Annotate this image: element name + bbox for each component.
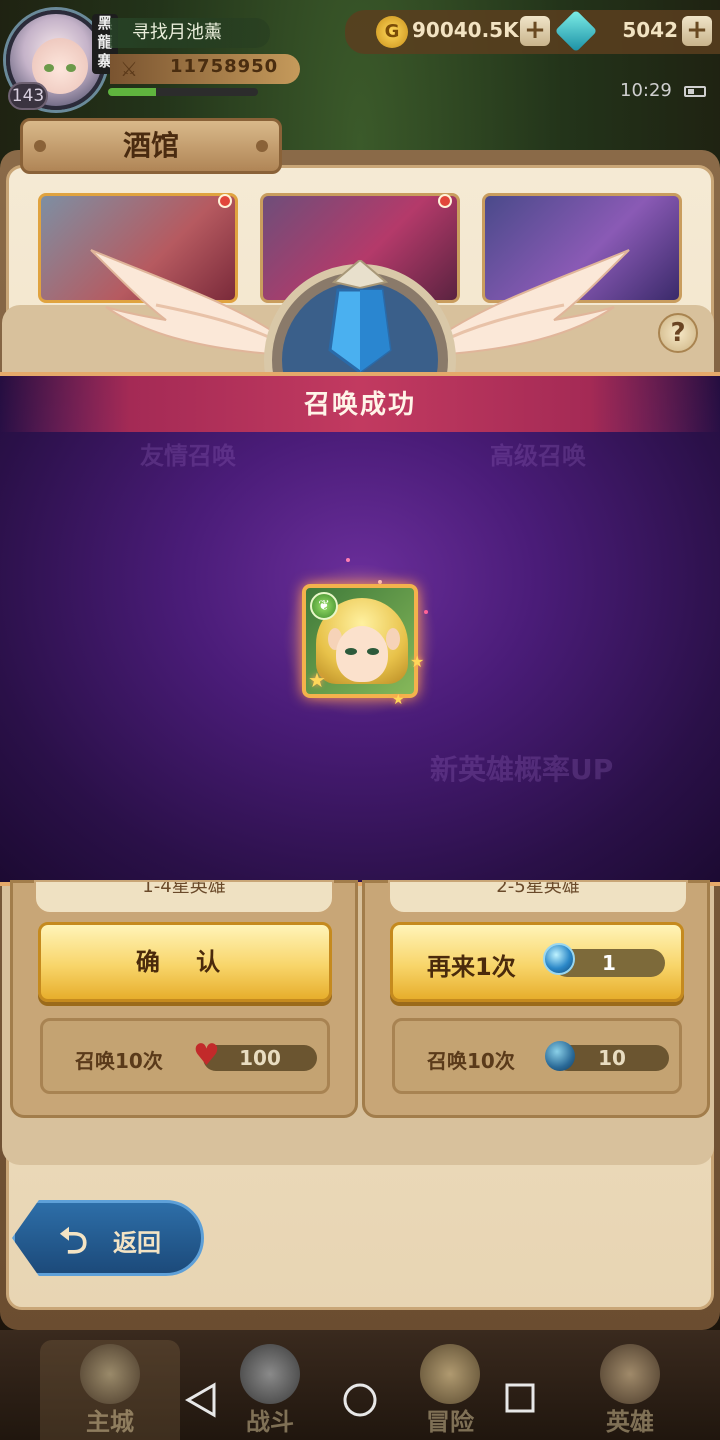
nav-adventure[interactable]: 冒险 xyxy=(380,1340,520,1440)
hero-ear-right xyxy=(386,628,400,650)
summon-orb-icon xyxy=(543,943,575,975)
nav-label: 战斗 xyxy=(246,1408,294,1436)
plate-rivet-left xyxy=(34,140,46,152)
back-button[interactable]: ⮌ 返回 xyxy=(12,1200,204,1276)
leaf-element-icon: ❦ xyxy=(310,592,338,620)
power-bar: ⚔ 11758950 xyxy=(110,54,300,84)
help-button[interactable]: ? xyxy=(658,313,698,353)
status-clock: 10:29 xyxy=(620,80,672,101)
gem-value: 5042 xyxy=(622,18,678,42)
avatar-eye-right xyxy=(66,64,76,72)
plate-rivet-right xyxy=(256,140,268,152)
gold-value: 90040.5K xyxy=(412,18,519,42)
summon-again-label: 再来1次 xyxy=(427,953,516,981)
notification-dot xyxy=(218,194,232,208)
adventurer-icon xyxy=(420,1344,480,1404)
summon-10-friendship-button[interactable]: 召唤10次 100 ♥ xyxy=(40,1018,330,1094)
ghost-label: 高级召唤 xyxy=(490,442,586,470)
column-subtitle-text: 1-4星英雄 xyxy=(142,880,226,897)
return-arrow-icon: ⮌ xyxy=(59,1221,88,1262)
exp-bar-fill xyxy=(108,88,156,96)
ghost-label: 友情召唤 xyxy=(140,442,236,470)
summon-10-label: 召唤10次 xyxy=(427,1049,515,1073)
column-subtitle: 2-5星英雄 xyxy=(388,880,688,914)
hero-eye-left xyxy=(345,648,357,655)
add-gem-button[interactable]: + xyxy=(682,16,712,46)
summon-10-label: 召唤10次 xyxy=(75,1049,163,1073)
nav-battle[interactable]: 战斗 xyxy=(200,1340,340,1440)
sparkle xyxy=(346,558,350,562)
summon-10-advanced-button[interactable]: 召唤10次 10 xyxy=(392,1018,682,1094)
crossed-swords-icon: ⚔ xyxy=(120,57,138,81)
summon-orb-icon xyxy=(545,1041,575,1071)
recents-square-icon[interactable] xyxy=(504,1382,536,1416)
cost-pill: 100 xyxy=(203,1045,317,1071)
summon-10-cost: 100 xyxy=(239,1046,281,1070)
nav-heroes[interactable]: 英雄 xyxy=(560,1340,700,1440)
add-gold-button[interactable]: + xyxy=(520,16,550,46)
tavern-title-plate: 酒馆 xyxy=(20,118,282,174)
gold-coin-icon: G xyxy=(376,16,408,48)
castle-icon xyxy=(80,1344,140,1404)
summon-crystal-emblem-icon xyxy=(264,260,456,375)
sparkle xyxy=(424,610,428,614)
summon-success-title: 召唤成功 xyxy=(303,390,416,420)
nav-label: 英雄 xyxy=(606,1408,654,1436)
battery-icon xyxy=(684,86,706,97)
avatar-eye-left xyxy=(44,64,54,72)
column-subtitle-text: 2-5星英雄 xyxy=(496,880,580,897)
wing-right-icon xyxy=(434,249,630,357)
ghost-label: 新英雄概率UP xyxy=(430,753,614,786)
crossed-swords-icon xyxy=(240,1344,300,1404)
wing-left-icon xyxy=(90,249,286,357)
star-icon: ★ xyxy=(392,692,405,708)
quest-tracker[interactable]: 寻找月池薰 xyxy=(110,18,270,48)
exp-bar xyxy=(108,88,258,96)
tavern-title: 酒馆 xyxy=(122,129,179,162)
home-circle-icon[interactable] xyxy=(342,1382,378,1418)
column-subtitle: 1-4星英雄 xyxy=(34,880,334,914)
hero-crest-icon xyxy=(600,1344,660,1404)
nav-main-city[interactable]: 主城 xyxy=(40,1340,180,1440)
power-value: 11758950 xyxy=(170,56,279,77)
notification-dot xyxy=(438,194,452,208)
heart-icon: ♥ xyxy=(193,1038,220,1073)
summon-again-button[interactable]: 再来1次 1 xyxy=(390,922,684,1002)
nav-label: 主城 xyxy=(86,1408,134,1436)
hero-eye-right xyxy=(367,648,379,655)
nav-label: 冒险 xyxy=(426,1408,474,1436)
player-level-badge: 143 xyxy=(8,82,48,110)
star-icon: ★ xyxy=(410,652,425,671)
back-label: 返回 xyxy=(113,1229,161,1257)
back-triangle-icon[interactable] xyxy=(184,1382,218,1418)
star-icon: ★ xyxy=(308,668,326,692)
confirm-button[interactable]: 确 认 xyxy=(38,922,332,1002)
hero-face xyxy=(336,626,388,682)
